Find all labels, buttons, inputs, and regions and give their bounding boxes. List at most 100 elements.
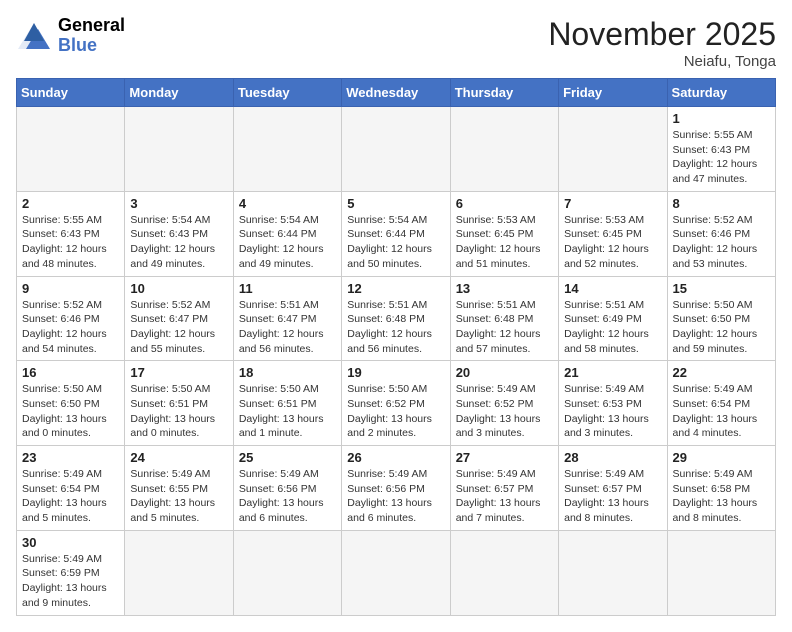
calendar-cell: 26 Sunrise: 5:49 AM Sunset: 6:56 PM Dayli… xyxy=(342,446,450,531)
day-number: 18 xyxy=(239,365,336,380)
weekday-header-wednesday: Wednesday xyxy=(342,79,450,107)
day-number: 17 xyxy=(130,365,227,380)
day-number: 10 xyxy=(130,281,227,296)
day-number: 16 xyxy=(22,365,119,380)
calendar-cell: 13 Sunrise: 5:51 AM Sunset: 6:48 PM Dayli… xyxy=(450,276,558,361)
day-number: 14 xyxy=(564,281,661,296)
day-info: Sunrise: 5:49 AM Sunset: 6:55 PM Dayligh… xyxy=(130,467,227,526)
logo-icon xyxy=(16,21,52,51)
day-number: 2 xyxy=(22,196,119,211)
calendar-cell xyxy=(17,107,125,192)
calendar-cell: 24 Sunrise: 5:49 AM Sunset: 6:55 PM Dayli… xyxy=(125,446,233,531)
day-number: 26 xyxy=(347,450,444,465)
calendar-cell: 1Sunrise: 5:55 AM Sunset: 6:43 PM Daylig… xyxy=(667,107,775,192)
day-number: 13 xyxy=(456,281,553,296)
calendar-cell: 21Sunrise: 5:49 AM Sunset: 6:53 PM Dayli… xyxy=(559,361,667,446)
calendar-cell: 18 Sunrise: 5:50 AM Sunset: 6:51 PM Dayli… xyxy=(233,361,341,446)
weekday-header-friday: Friday xyxy=(559,79,667,107)
calendar-week-row: 1Sunrise: 5:55 AM Sunset: 6:43 PM Daylig… xyxy=(17,107,776,192)
calendar-cell: 10 Sunrise: 5:52 AM Sunset: 6:47 PM Dayli… xyxy=(125,276,233,361)
day-info: Sunrise: 5:52 AM Sunset: 6:46 PM Dayligh… xyxy=(22,298,119,357)
day-info: Sunrise: 5:55 AM Sunset: 6:43 PM Dayligh… xyxy=(22,213,119,272)
day-info: Sunrise: 5:51 AM Sunset: 6:47 PM Dayligh… xyxy=(239,298,336,357)
calendar-week-row: 16Sunrise: 5:50 AM Sunset: 6:50 PM Dayli… xyxy=(17,361,776,446)
calendar-cell xyxy=(125,107,233,192)
calendar-cell: 22 Sunrise: 5:49 AM Sunset: 6:54 PM Dayli… xyxy=(667,361,775,446)
calendar-cell xyxy=(667,530,775,615)
day-number: 4 xyxy=(239,196,336,211)
day-number: 19 xyxy=(347,365,444,380)
day-number: 1 xyxy=(673,111,770,126)
weekday-header-saturday: Saturday xyxy=(667,79,775,107)
day-info: Sunrise: 5:54 AM Sunset: 6:43 PM Dayligh… xyxy=(130,213,227,272)
calendar-cell xyxy=(450,107,558,192)
calendar-cell: 15 Sunrise: 5:50 AM Sunset: 6:50 PM Dayli… xyxy=(667,276,775,361)
calendar-cell: 4 Sunrise: 5:54 AM Sunset: 6:44 PM Daylig… xyxy=(233,191,341,276)
weekday-header-monday: Monday xyxy=(125,79,233,107)
calendar-table: SundayMondayTuesdayWednesdayThursdayFrid… xyxy=(16,78,776,616)
calendar-cell xyxy=(342,530,450,615)
calendar-cell xyxy=(233,530,341,615)
calendar-week-row: 30Sunrise: 5:49 AM Sunset: 6:59 PM Dayli… xyxy=(17,530,776,615)
day-info: Sunrise: 5:53 AM Sunset: 6:45 PM Dayligh… xyxy=(456,213,553,272)
day-number: 27 xyxy=(456,450,553,465)
day-info: Sunrise: 5:50 AM Sunset: 6:50 PM Dayligh… xyxy=(673,298,770,357)
calendar-cell xyxy=(125,530,233,615)
day-number: 29 xyxy=(673,450,770,465)
page-header: General Blue November 2025 Neiafu, Tonga xyxy=(16,16,776,70)
day-number: 12 xyxy=(347,281,444,296)
calendar-cell: 5 Sunrise: 5:54 AM Sunset: 6:44 PM Daylig… xyxy=(342,191,450,276)
day-number: 20 xyxy=(456,365,553,380)
calendar-cell: 29 Sunrise: 5:49 AM Sunset: 6:58 PM Dayli… xyxy=(667,446,775,531)
calendar-cell xyxy=(559,107,667,192)
day-info: Sunrise: 5:54 AM Sunset: 6:44 PM Dayligh… xyxy=(239,213,336,272)
calendar-cell: 17 Sunrise: 5:50 AM Sunset: 6:51 PM Dayli… xyxy=(125,361,233,446)
day-info: Sunrise: 5:49 AM Sunset: 6:56 PM Dayligh… xyxy=(347,467,444,526)
calendar-cell: 20 Sunrise: 5:49 AM Sunset: 6:52 PM Dayli… xyxy=(450,361,558,446)
day-info: Sunrise: 5:52 AM Sunset: 6:46 PM Dayligh… xyxy=(673,213,770,272)
location: Neiafu, Tonga xyxy=(548,53,776,70)
day-info: Sunrise: 5:49 AM Sunset: 6:54 PM Dayligh… xyxy=(673,382,770,441)
day-number: 24 xyxy=(130,450,227,465)
calendar-cell: 14 Sunrise: 5:51 AM Sunset: 6:49 PM Dayli… xyxy=(559,276,667,361)
logo-text: General Blue xyxy=(58,16,125,56)
day-info: Sunrise: 5:49 AM Sunset: 6:54 PM Dayligh… xyxy=(22,467,119,526)
day-number: 25 xyxy=(239,450,336,465)
day-info: Sunrise: 5:50 AM Sunset: 6:51 PM Dayligh… xyxy=(130,382,227,441)
calendar-cell: 3 Sunrise: 5:54 AM Sunset: 6:43 PM Daylig… xyxy=(125,191,233,276)
month-title: November 2025 xyxy=(548,16,776,53)
day-number: 7 xyxy=(564,196,661,211)
day-number: 15 xyxy=(673,281,770,296)
day-info: Sunrise: 5:49 AM Sunset: 6:58 PM Dayligh… xyxy=(673,467,770,526)
calendar-cell: 27 Sunrise: 5:49 AM Sunset: 6:57 PM Dayli… xyxy=(450,446,558,531)
day-info: Sunrise: 5:52 AM Sunset: 6:47 PM Dayligh… xyxy=(130,298,227,357)
logo: General Blue xyxy=(16,16,125,56)
day-info: Sunrise: 5:50 AM Sunset: 6:52 PM Dayligh… xyxy=(347,382,444,441)
day-number: 3 xyxy=(130,196,227,211)
day-info: Sunrise: 5:49 AM Sunset: 6:56 PM Dayligh… xyxy=(239,467,336,526)
day-number: 5 xyxy=(347,196,444,211)
day-info: Sunrise: 5:53 AM Sunset: 6:45 PM Dayligh… xyxy=(564,213,661,272)
day-info: Sunrise: 5:51 AM Sunset: 6:49 PM Dayligh… xyxy=(564,298,661,357)
calendar-week-row: 2 Sunrise: 5:55 AM Sunset: 6:43 PM Daylig… xyxy=(17,191,776,276)
day-info: Sunrise: 5:54 AM Sunset: 6:44 PM Dayligh… xyxy=(347,213,444,272)
day-info: Sunrise: 5:51 AM Sunset: 6:48 PM Dayligh… xyxy=(347,298,444,357)
day-info: Sunrise: 5:51 AM Sunset: 6:48 PM Dayligh… xyxy=(456,298,553,357)
day-info: Sunrise: 5:49 AM Sunset: 6:57 PM Dayligh… xyxy=(456,467,553,526)
day-info: Sunrise: 5:49 AM Sunset: 6:53 PM Dayligh… xyxy=(564,382,661,441)
weekday-header-row: SundayMondayTuesdayWednesdayThursdayFrid… xyxy=(17,79,776,107)
calendar-cell: 25 Sunrise: 5:49 AM Sunset: 6:56 PM Dayli… xyxy=(233,446,341,531)
title-block: November 2025 Neiafu, Tonga xyxy=(548,16,776,70)
calendar-cell: 16Sunrise: 5:50 AM Sunset: 6:50 PM Dayli… xyxy=(17,361,125,446)
day-number: 22 xyxy=(673,365,770,380)
day-number: 9 xyxy=(22,281,119,296)
day-info: Sunrise: 5:49 AM Sunset: 6:52 PM Dayligh… xyxy=(456,382,553,441)
day-info: Sunrise: 5:50 AM Sunset: 6:51 PM Dayligh… xyxy=(239,382,336,441)
calendar-cell: 19 Sunrise: 5:50 AM Sunset: 6:52 PM Dayli… xyxy=(342,361,450,446)
calendar-cell: 7 Sunrise: 5:53 AM Sunset: 6:45 PM Daylig… xyxy=(559,191,667,276)
calendar-cell: 6 Sunrise: 5:53 AM Sunset: 6:45 PM Daylig… xyxy=(450,191,558,276)
day-number: 6 xyxy=(456,196,553,211)
calendar-cell xyxy=(450,530,558,615)
day-number: 28 xyxy=(564,450,661,465)
calendar-cell: 9 Sunrise: 5:52 AM Sunset: 6:46 PM Daylig… xyxy=(17,276,125,361)
